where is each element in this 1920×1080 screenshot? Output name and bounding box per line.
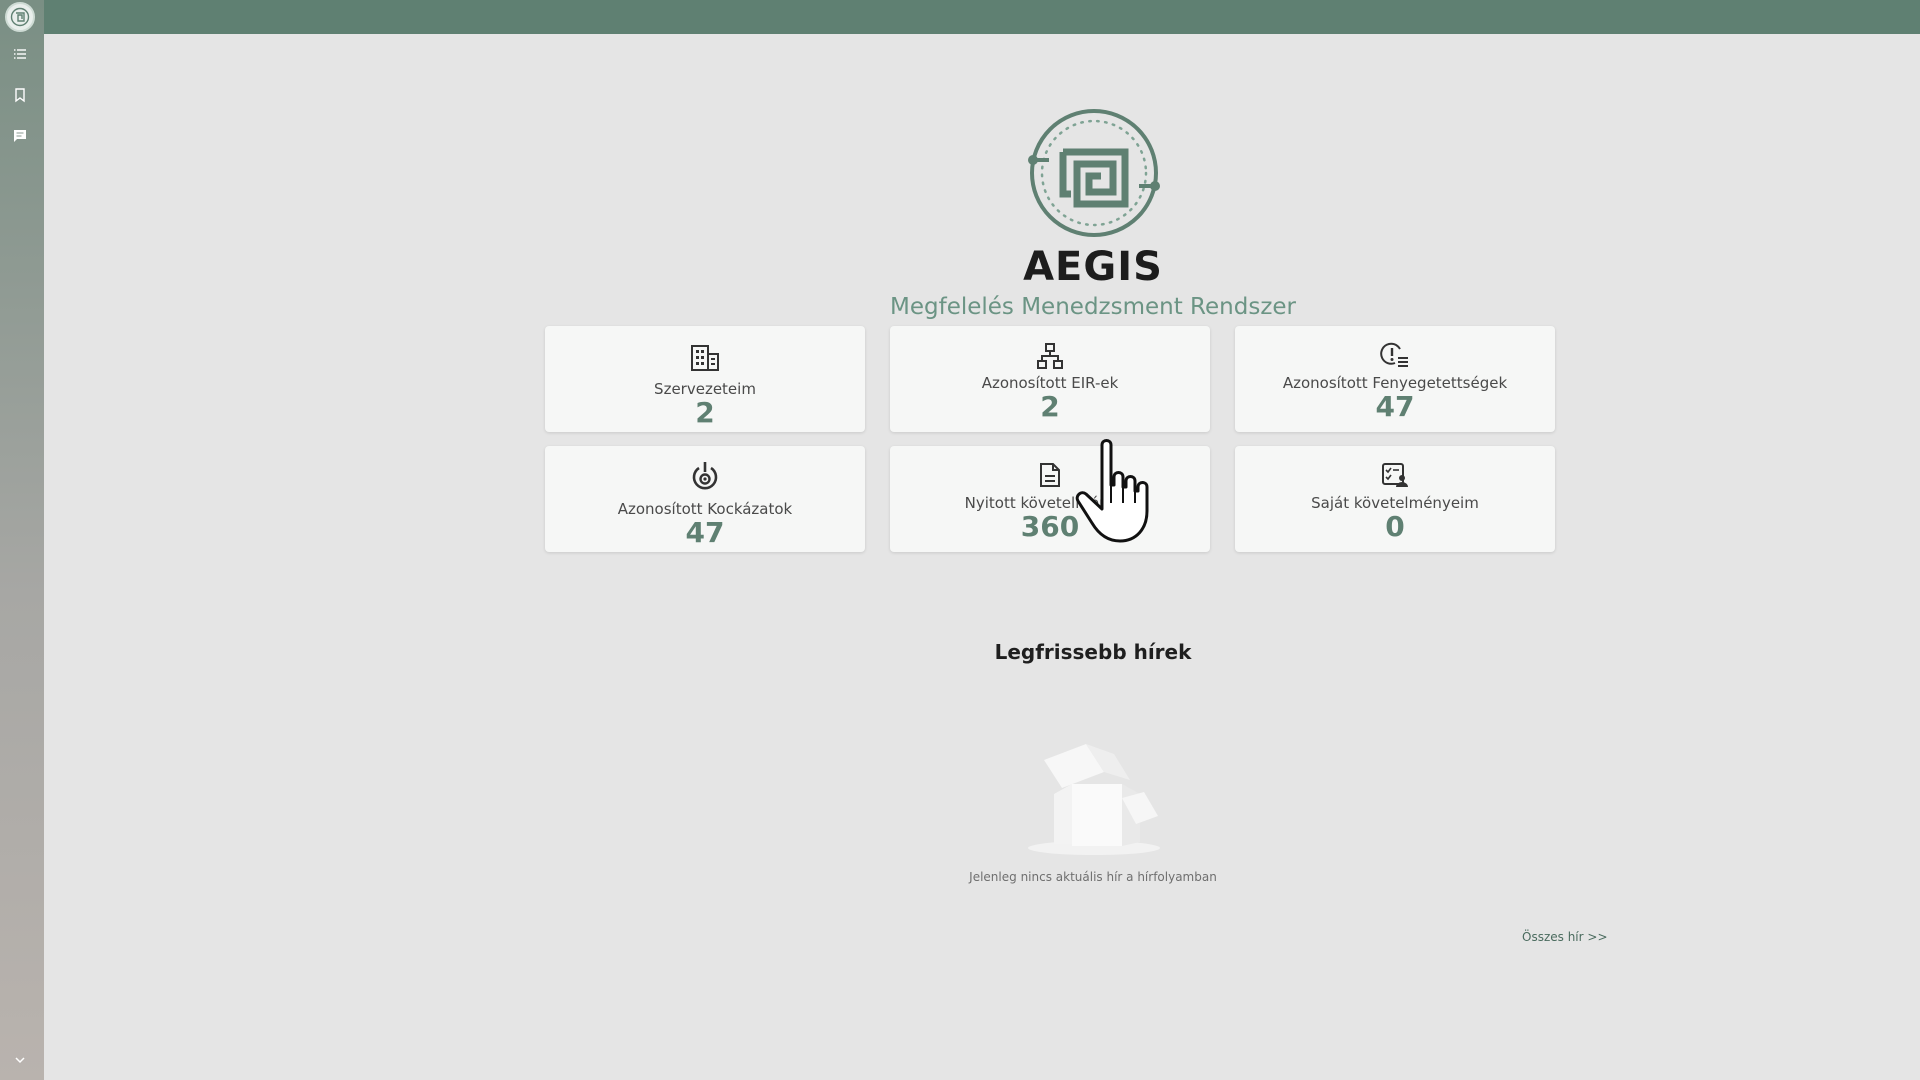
maze-logo-icon bbox=[10, 7, 30, 27]
card-value: 47 bbox=[1375, 390, 1415, 423]
sidebar bbox=[0, 0, 44, 1080]
card-value: 2 bbox=[695, 396, 715, 429]
top-bar bbox=[0, 0, 1920, 34]
card-eir[interactable]: Azonosított EIR-ek 2 bbox=[890, 326, 1210, 432]
bookmark-icon bbox=[15, 88, 25, 103]
card-value: 2 bbox=[1040, 390, 1060, 423]
news-empty-message: Jelenleg nincs aktuális hír a hírfolyamb… bbox=[969, 870, 1217, 884]
sidebar-item-messages[interactable] bbox=[8, 124, 32, 148]
chat-icon bbox=[14, 130, 26, 142]
all-news-link[interactable]: Összes hír >> bbox=[1522, 930, 1608, 944]
chevron-down-icon bbox=[15, 1057, 25, 1064]
card-open-requirements[interactable]: Nyitott követelmények 360 bbox=[890, 446, 1210, 552]
brand-title: AEGIS bbox=[1023, 244, 1163, 290]
checklist-user-icon bbox=[1382, 463, 1408, 487]
network-icon bbox=[1037, 343, 1063, 369]
card-value: 47 bbox=[685, 516, 725, 549]
card-threats[interactable]: Azonosított Fenyegetettségek 47 bbox=[1235, 326, 1555, 432]
card-organizations[interactable]: Szervezeteim 2 bbox=[545, 326, 865, 432]
empty-box-icon bbox=[1028, 744, 1160, 855]
card-value: 360 bbox=[1020, 510, 1080, 543]
document-icon bbox=[1040, 463, 1060, 487]
sidebar-collapse-button[interactable] bbox=[8, 1048, 32, 1072]
sidebar-item-bookmarks[interactable] bbox=[8, 83, 32, 107]
threat-alert-icon bbox=[1380, 342, 1408, 367]
sidebar-item-menu[interactable] bbox=[8, 42, 32, 66]
card-risks[interactable]: Azonosított Kockázatok 47 bbox=[545, 446, 865, 552]
list-icon bbox=[14, 49, 26, 59]
dashboard: AEGIS Megfelelés Menedzsment Rendszer Sz… bbox=[44, 34, 1920, 1080]
building-icon bbox=[691, 345, 719, 371]
card-value: 0 bbox=[1385, 510, 1405, 543]
aegis-logo-icon bbox=[1028, 109, 1160, 237]
brand-tagline: Megfelelés Menedzsment Rendszer bbox=[890, 294, 1296, 320]
card-my-requirements[interactable]: Saját követelményeim 0 bbox=[1235, 446, 1555, 552]
risk-icon bbox=[692, 462, 718, 490]
news-section-title: Legfrissebb hírek bbox=[994, 640, 1192, 664]
sidebar-logo[interactable] bbox=[5, 2, 35, 32]
